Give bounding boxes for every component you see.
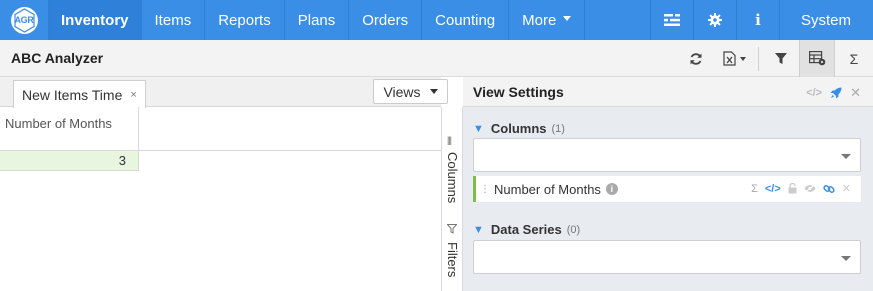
code-icon[interactable]: </>	[765, 183, 781, 195]
list-icon	[663, 13, 680, 26]
chevron-down-icon	[841, 154, 851, 159]
data-series-section: ▼ Data Series (0)	[473, 222, 871, 237]
column-item-label: Number of Months	[494, 181, 601, 197]
sigma-button[interactable]: Σ	[835, 40, 873, 77]
nav-more[interactable]: More	[508, 0, 586, 40]
info-icon: i	[755, 11, 761, 29]
sigma-icon: Σ	[849, 50, 859, 67]
data-series-section-title[interactable]: ▼ Data Series (0)	[473, 222, 871, 237]
column-item-tools: Σ </> ✕	[751, 182, 851, 196]
tab-new-items-time[interactable]: New Items Time ×	[13, 80, 146, 108]
grid-pane: New Items Time × Views Number of Months …	[0, 77, 448, 291]
refresh-icon	[690, 52, 702, 65]
sigma-icon[interactable]: Σ	[751, 183, 758, 195]
refresh-button[interactable]	[678, 40, 714, 77]
filter-button[interactable]	[763, 40, 799, 77]
filter-icon	[775, 52, 787, 64]
columns-select[interactable]	[473, 138, 861, 172]
table-row[interactable]: 3	[0, 151, 139, 171]
close-icon[interactable]: ×	[130, 89, 136, 101]
settings-button[interactable]	[692, 0, 736, 40]
columns-section-label: Columns	[490, 121, 547, 136]
list-menu-button[interactable]	[649, 0, 693, 40]
agr-logo: AGR	[10, 6, 38, 34]
nav-reports[interactable]: Reports	[204, 0, 284, 40]
nav-plans[interactable]: Plans	[283, 0, 349, 40]
toolbar: Σ	[678, 40, 873, 77]
system-menu[interactable]: System	[778, 0, 873, 40]
gear-icon	[707, 13, 722, 27]
chevron-down-icon	[841, 256, 851, 261]
code-icon[interactable]: </>	[806, 87, 822, 99]
nav-more-label: More	[522, 11, 557, 29]
top-navigation-bar: AGR Inventory Items Reports Plans Orders…	[0, 0, 873, 40]
page-title: ABC Analyzer	[11, 50, 104, 66]
columns-section: ▼ Columns (1)	[473, 121, 871, 136]
view-settings-panel: View Settings </> ✕ ▼ Columns (1) ⋮ Numb…	[463, 77, 873, 291]
data-series-count: (0)	[566, 223, 581, 236]
chevron-down-icon: ▼	[473, 122, 484, 135]
data-series-section-label: Data Series	[490, 222, 562, 237]
excel-export-icon	[722, 51, 736, 66]
logo-cell[interactable]: AGR	[0, 0, 48, 40]
view-settings-title: View Settings	[473, 83, 564, 100]
info-button[interactable]: i	[735, 0, 779, 40]
lock-icon[interactable]	[788, 183, 797, 194]
eye-icon[interactable]	[804, 184, 816, 193]
tab-label: New Items Time	[22, 86, 123, 103]
data-series-select[interactable]	[473, 240, 861, 274]
column-header-number-of-months[interactable]: Number of Months	[0, 107, 139, 151]
rocket-icon[interactable]	[830, 87, 842, 99]
drag-handle-icon[interactable]: ⋮	[480, 184, 490, 195]
remove-icon[interactable]: ✕	[842, 182, 851, 195]
nav-counting[interactable]: Counting	[421, 0, 508, 40]
grid-settings-icon	[808, 51, 825, 66]
chevron-down-icon	[563, 16, 572, 21]
nav-inventory[interactable]: Inventory	[48, 0, 141, 40]
page-title-bar: ABC Analyzer Σ	[0, 40, 873, 77]
filter-icon	[446, 224, 458, 237]
nav-items[interactable]: Items	[140, 0, 205, 40]
chevron-down-icon	[739, 56, 746, 61]
excel-export-button[interactable]	[714, 40, 754, 77]
link-icon[interactable]	[823, 183, 835, 195]
info-icon[interactable]: i	[605, 183, 618, 195]
tab-strip: New Items Time × Views	[0, 77, 448, 108]
views-label: Views	[383, 83, 421, 100]
column-item-number-of-months[interactable]: ⋮ Number of Months i Σ </> ✕	[473, 176, 861, 202]
columns-count: (1)	[551, 122, 565, 135]
close-icon[interactable]: ✕	[850, 85, 861, 101]
view-settings-icons: </> ✕	[806, 85, 861, 101]
filters-tab[interactable]: Filters	[445, 242, 460, 277]
nav-orders[interactable]: Orders	[348, 0, 421, 40]
side-tool-strip: ||| Columns Filters	[441, 107, 463, 291]
columns-section-title[interactable]: ▼ Columns (1)	[473, 121, 871, 136]
grid-settings-button[interactable]	[799, 40, 835, 77]
toolbar-divider	[758, 46, 759, 71]
view-settings-header: View Settings </> ✕	[463, 77, 873, 107]
columns-tab[interactable]: Columns	[445, 152, 460, 203]
chevron-down-icon	[429, 89, 438, 94]
grid-header: Number of Months	[0, 107, 441, 151]
chevron-down-icon: ▼	[473, 223, 484, 236]
columns-icon: |||	[447, 135, 452, 145]
views-dropdown[interactable]: Views	[373, 79, 448, 104]
